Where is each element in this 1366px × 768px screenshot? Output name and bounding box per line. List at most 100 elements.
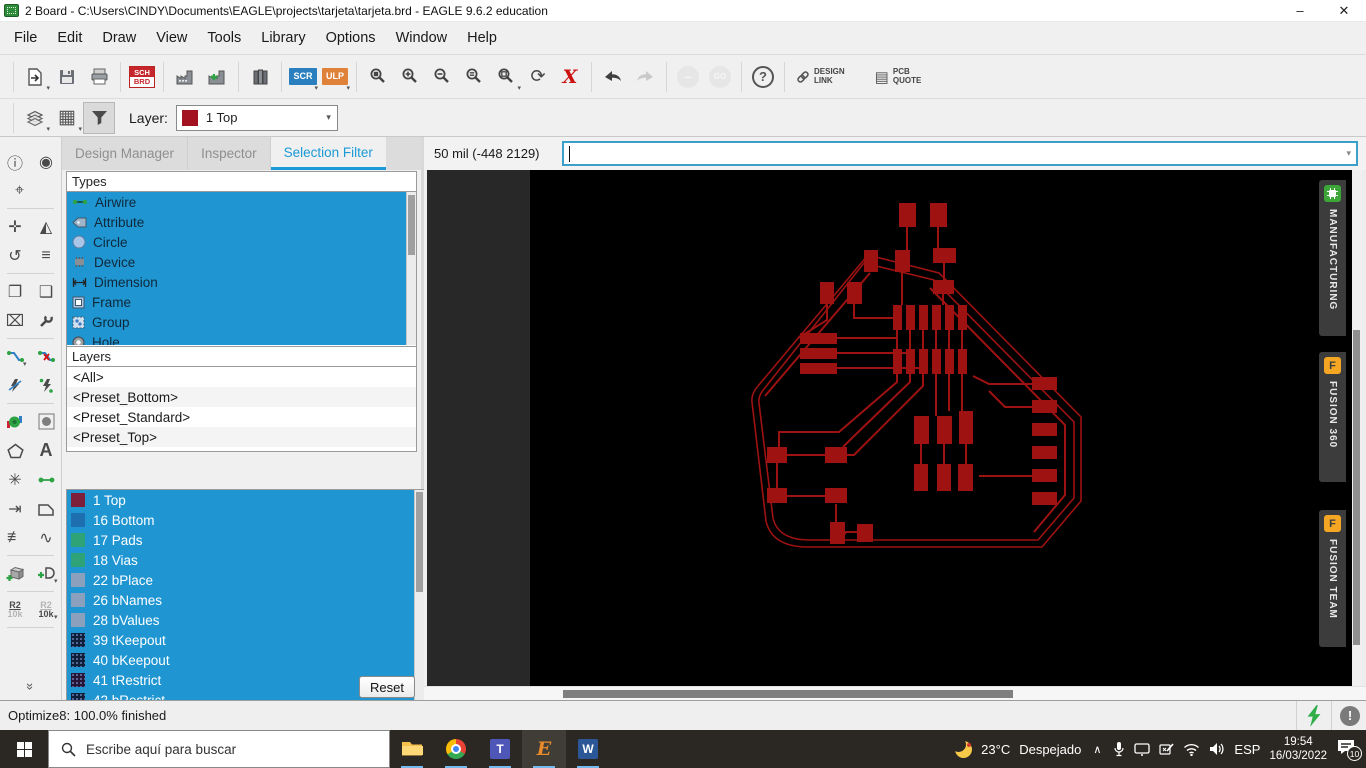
name-attribute-tool[interactable]: R2 10k <box>3 597 28 622</box>
menu-tools[interactable]: Tools <box>197 30 251 46</box>
reset-button[interactable]: Reset <box>359 676 415 698</box>
name-tool[interactable]: ≡ <box>34 243 59 268</box>
clock[interactable]: 19:54 16/03/2022 <box>1269 735 1327 764</box>
layer-row-1-top[interactable]: 1 Top <box>67 490 414 510</box>
horizontal-scrollbar[interactable] <box>424 686 1366 700</box>
type-row-device[interactable]: Device <box>67 252 406 272</box>
add-package-tool[interactable] <box>3 561 28 586</box>
type-row-dimension[interactable]: Dimension <box>67 272 406 292</box>
redo-button[interactable] <box>629 61 661 93</box>
speaker-icon[interactable] <box>1209 742 1225 756</box>
tab-selection-filter[interactable]: Selection Filter <box>270 137 386 170</box>
split-signal-tool[interactable] <box>3 373 28 398</box>
tab-fusion-team[interactable]: F FUSION TEAM <box>1319 510 1346 647</box>
show-tool[interactable]: ◉ <box>34 149 59 174</box>
miter-tool[interactable] <box>34 496 59 521</box>
layer-select[interactable]: 1 Top ▾ <box>175 104 338 131</box>
board-schematic-button[interactable]: SCH BRD <box>126 61 158 93</box>
vertical-scrollbar[interactable] <box>1352 170 1361 686</box>
optimize-tool[interactable] <box>34 373 59 398</box>
split-tool[interactable]: ≢ <box>3 525 28 550</box>
type-row-frame[interactable]: Frame <box>67 292 406 312</box>
meander-tool[interactable]: ∿ <box>34 525 59 550</box>
ratsnest-tool[interactable]: ✳ <box>3 467 28 492</box>
command-input[interactable]: ▾ <box>562 141 1358 166</box>
cast-screen-icon[interactable] <box>1134 742 1151 756</box>
copy-tool[interactable]: ❐ <box>3 279 28 304</box>
circle-tool[interactable] <box>34 409 59 434</box>
info-tool[interactable]: ⓘ <box>3 149 28 174</box>
type-row-circle[interactable]: Circle <box>67 232 406 252</box>
mark-tool[interactable]: ⇥ <box>3 496 28 521</box>
zoom-out-button[interactable] <box>426 61 458 93</box>
select-tool[interactable]: ⌖ <box>7 178 32 203</box>
zoom-select-button[interactable] <box>458 61 490 93</box>
menu-file[interactable]: File <box>4 30 47 46</box>
board-canvas[interactable]: MANUFACTURING F FUSION 360 F FUSION TEAM <box>424 170 1366 686</box>
change-tool[interactable] <box>34 308 59 333</box>
start-button[interactable] <box>0 730 48 768</box>
zoom-fit-button[interactable] <box>362 61 394 93</box>
errors-icon[interactable]: ! <box>1340 705 1360 726</box>
temperature[interactable]: 23°C <box>981 742 1010 757</box>
layer-row-18-vias[interactable]: 18 Vias <box>67 550 414 570</box>
preset-bottom[interactable]: <Preset_Bottom> <box>67 387 416 407</box>
zoom-redraw-button[interactable]: ▾ <box>490 61 522 93</box>
taskbar-eagle[interactable]: E <box>522 730 566 768</box>
grid-button[interactable]: ▦ ▾ <box>51 102 83 134</box>
wifi-icon[interactable] <box>1183 743 1200 756</box>
undo-button[interactable] <box>597 61 629 93</box>
close-button[interactable]: ✕ <box>1322 0 1366 21</box>
add-gate-tool[interactable]: ▾ <box>34 561 59 586</box>
via-tool[interactable] <box>3 409 28 434</box>
scrollbar-thumb[interactable] <box>563 690 1013 698</box>
preset-top[interactable]: <Preset_Top> <box>67 427 416 447</box>
layer-row-28-bvalues[interactable]: 28 bValues <box>67 610 414 630</box>
run-ulp-button[interactable]: ULP ▾ <box>319 61 351 93</box>
menu-draw[interactable]: Draw <box>92 30 146 46</box>
type-row-attribute[interactable]: Attribute <box>67 212 406 232</box>
menu-library[interactable]: Library <box>251 30 315 46</box>
polygon-tool[interactable] <box>3 438 28 463</box>
value-attribute-tool[interactable]: R2 10k ▾ <box>34 597 59 622</box>
layer-row-26-bnames[interactable]: 26 bNames <box>67 590 414 610</box>
scrollbar-thumb[interactable] <box>416 492 423 592</box>
new-file-button[interactable]: ▾ <box>19 61 51 93</box>
menu-options[interactable]: Options <box>316 30 386 46</box>
minimize-button[interactable]: – <box>1278 0 1322 21</box>
tray-expand-icon[interactable]: ∧ <box>1093 743 1101 756</box>
taskbar-word[interactable]: W <box>566 730 610 768</box>
stop-button[interactable]: – <box>672 61 704 93</box>
layer-row-16-bottom[interactable]: 16 Bottom <box>67 510 414 530</box>
cam-import-button[interactable] <box>201 61 233 93</box>
layers-scrollbar[interactable] <box>414 490 424 710</box>
zoom-in-button[interactable] <box>394 61 426 93</box>
preset-all[interactable]: <All> <box>67 367 416 387</box>
cam-processor-button[interactable] <box>169 61 201 93</box>
type-row-airwire[interactable]: Airwire <box>67 192 406 212</box>
mirror-tool[interactable]: ◭ <box>34 214 59 239</box>
move-tool[interactable]: ✛ <box>3 214 28 239</box>
menu-help[interactable]: Help <box>457 30 507 46</box>
paste-tool[interactable]: ❑ <box>34 279 59 304</box>
text-tool[interactable]: A <box>34 438 59 463</box>
layer-row-40-bkeepout[interactable]: 40 bKeepout <box>67 650 414 670</box>
run-script-button[interactable]: SCR ▾ <box>287 61 319 93</box>
type-row-group[interactable]: Group <box>67 312 406 332</box>
pcb-quote-button[interactable]: ▤ PCB QUOTE <box>869 61 928 93</box>
menu-view[interactable]: View <box>146 30 197 46</box>
swap-layers-icon[interactable]: X <box>554 61 586 93</box>
menu-window[interactable]: Window <box>386 30 458 46</box>
tab-manufacturing[interactable]: MANUFACTURING <box>1319 180 1346 336</box>
redraw-icon[interactable]: ⟳ <box>522 61 554 93</box>
route-tool[interactable]: ▾ <box>3 344 28 369</box>
taskbar-search[interactable]: Escribe aquí para buscar <box>48 730 390 768</box>
ripup-tool[interactable] <box>34 344 59 369</box>
preset-standard[interactable]: <Preset_Standard> <box>67 407 416 427</box>
print-button[interactable] <box>83 61 115 93</box>
help-button[interactable]: ? <box>747 61 779 93</box>
layer-row-22-bplace[interactable]: 22 bPlace <box>67 570 414 590</box>
layer-row-39-tkeepout[interactable]: 39 tKeepout <box>67 630 414 650</box>
microphone-icon[interactable] <box>1113 741 1125 757</box>
scrollbar-thumb[interactable] <box>1353 330 1360 645</box>
